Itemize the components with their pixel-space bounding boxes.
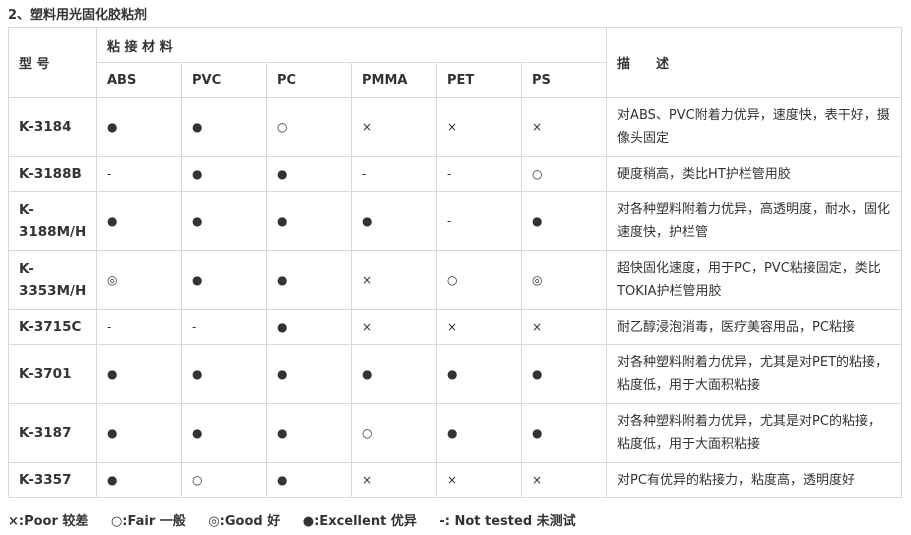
rating-cell: × [351, 462, 437, 498]
rating-cell: ● [266, 191, 352, 251]
rating-cell: ○ [351, 403, 437, 463]
table-row: K-3353M/H ◎ ● ● × ○ ◎ 超快固化速度，用于PC，PVC粘接固… [8, 250, 903, 310]
adhesive-spec-table: 型 号 粘 接 材 料 描 述 ABS PVC PC PMMA PET PS K… [8, 27, 903, 498]
rating-cell: ○ [181, 462, 267, 498]
rating-cell: ● [181, 191, 267, 251]
rating-cell: - [96, 156, 182, 192]
table-row: K-3187 ● ● ● ○ ● ● 对各种塑料附着力优异，尤其是对PC的粘接，… [8, 403, 903, 463]
description-cell: 硬度稍高，类比HT护栏管用胶 [606, 156, 903, 192]
model-cell: K-3357 [8, 462, 97, 498]
rating-cell: × [520, 462, 608, 498]
header-materials: 粘 接 材 料 [95, 27, 608, 63]
rating-cell: ● [266, 403, 352, 463]
rating-cell: - [436, 156, 522, 192]
table-row: K-3188M/H ● ● ● ● - ● 对各种塑料附着力优异，高透明度，耐水… [8, 191, 903, 251]
rating-cell: × [351, 309, 437, 345]
rating-cell: × [436, 462, 522, 498]
rating-cell: ● [266, 156, 352, 192]
header-model: 型 号 [8, 27, 97, 98]
model-cell: K-3184 [8, 97, 97, 157]
rating-cell: ● [266, 462, 352, 498]
rating-cell: ● [351, 191, 437, 251]
rating-cell: ○ [520, 156, 608, 192]
model-cell: K-3715C [8, 309, 97, 345]
description-cell: 对各种塑料附着力优异，高透明度，耐水，固化速度快，护栏管 [606, 191, 903, 251]
rating-cell: × [351, 97, 437, 157]
legend: ×:Poor 较差 ○:Fair 一般 ◎:Good 好 ●:Excellent… [8, 510, 594, 529]
model-cell: K-3187 [8, 403, 97, 463]
rating-cell: ○ [266, 97, 352, 157]
material-header: PS [520, 62, 608, 98]
material-header: PMMA [351, 62, 437, 98]
table-row: K-3184 ● ● ○ × × × 对ABS、PVC附着力优异，速度快，表干好… [8, 97, 903, 157]
rating-cell: × [520, 97, 608, 157]
rating-cell: ● [181, 97, 267, 157]
rating-cell: ● [266, 309, 352, 345]
rating-cell: ● [96, 191, 182, 251]
description-cell: 对ABS、PVC附着力优异，速度快，表干好，摄像头固定 [606, 97, 903, 157]
description-cell: 对各种塑料附着力优异，尤其是对PC的粘接，粘度低，用于大面积粘接 [606, 403, 903, 463]
description-cell: 耐乙醇浸泡消毒，医疗美容用品，PC粘接 [606, 309, 903, 345]
rating-cell: ◎ [520, 250, 608, 310]
rating-cell: - [181, 309, 267, 345]
rating-cell: ● [181, 156, 267, 192]
rating-cell: ● [266, 250, 352, 310]
rating-cell: ● [436, 403, 522, 463]
rating-cell: ● [520, 403, 608, 463]
rating-cell: ● [181, 403, 267, 463]
rating-cell: ● [181, 344, 267, 404]
rating-cell: ◎ [96, 250, 182, 310]
material-header: PVC [181, 62, 267, 98]
rating-cell: × [436, 309, 522, 345]
table-row: K-3715C - - ● × × × 耐乙醇浸泡消毒，医疗美容用品，PC粘接 [8, 309, 903, 345]
rating-cell: - [436, 191, 522, 251]
legend-poor: ×:Poor 较差 [8, 514, 89, 529]
material-header: PC [266, 62, 352, 98]
rating-cell: ● [266, 344, 352, 404]
rating-cell: ● [96, 97, 182, 157]
legend-excellent: ●:Excellent 优异 [302, 514, 417, 529]
material-header: ABS [96, 62, 182, 98]
table-row: K-3357 ● ○ ● × × × 对PC有优异的粘接力，粘度高，透明度好 [8, 462, 903, 498]
description-cell: 对PC有优异的粘接力，粘度高，透明度好 [606, 462, 903, 498]
legend-good: ◎:Good 好 [208, 514, 281, 529]
rating-cell: × [351, 250, 437, 310]
description-cell: 对各种塑料附着力优异，尤其是对PET的粘接，粘度低，用于大面积粘接 [606, 344, 903, 404]
table-row: K-3701 ● ● ● ● ● ● 对各种塑料附着力优异，尤其是对PET的粘接… [8, 344, 903, 404]
rating-cell: - [96, 309, 182, 345]
rating-cell: ○ [436, 250, 522, 310]
rating-cell: × [436, 97, 522, 157]
rating-cell: ● [436, 344, 522, 404]
rating-cell: ● [520, 344, 608, 404]
model-cell: K-3188B [8, 156, 97, 192]
rating-cell: ● [96, 403, 182, 463]
header-description: 描 述 [606, 27, 903, 98]
table-row: K-3188B - ● ● - - ○ 硬度稍高，类比HT护栏管用胶 [8, 156, 903, 192]
rating-cell: × [520, 309, 608, 345]
legend-fair: ○:Fair 一般 [110, 514, 186, 529]
model-cell: K-3353M/H [8, 250, 97, 310]
rating-cell: - [351, 156, 437, 192]
rating-cell: ● [351, 344, 437, 404]
rating-cell: ● [96, 462, 182, 498]
material-header: PET [436, 62, 522, 98]
description-cell: 超快固化速度，用于PC，PVC粘接固定，类比TOKIA护栏管用胶 [606, 250, 903, 310]
rating-cell: ● [520, 191, 608, 251]
rating-cell: ● [96, 344, 182, 404]
model-cell: K-3701 [8, 344, 97, 404]
rating-cell: ● [181, 250, 267, 310]
section-title: 2、塑料用光固化胶粘剂 [8, 8, 148, 23]
legend-not-tested: -: Not tested 未测试 [439, 514, 576, 529]
model-cell: K-3188M/H [8, 191, 97, 251]
